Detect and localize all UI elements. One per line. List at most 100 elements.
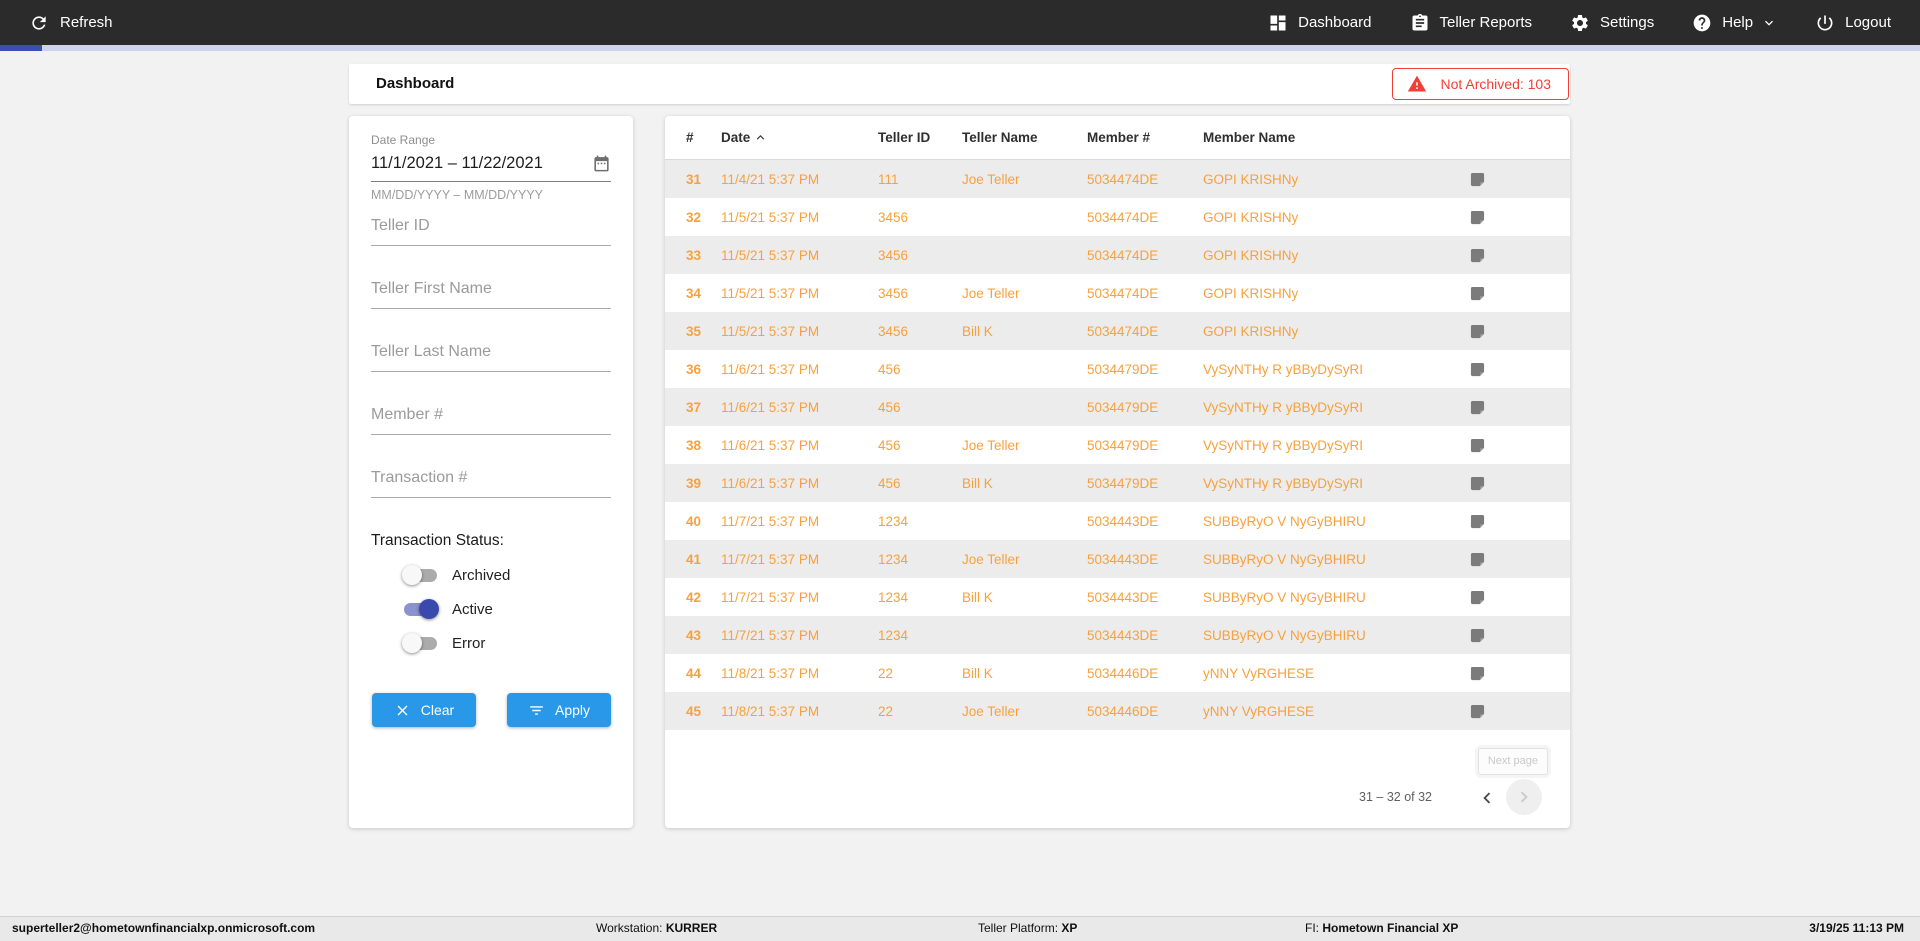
status-bar: superteller2@hometownfinancialxp.onmicro…: [0, 916, 1920, 941]
cell-member-name: GOPI KRISHNy: [1203, 323, 1299, 339]
note-icon[interactable]: [1470, 666, 1510, 681]
table-row[interactable]: 33 11/5/21 5:37 PM 3456 5034474DE GOPI K…: [665, 236, 1570, 274]
table-header-row: # Date Teller ID Teller Name Member # Me…: [665, 116, 1570, 160]
note-icon[interactable]: [1470, 286, 1510, 301]
toggle-knob: [402, 564, 422, 585]
apply-button-label: Apply: [554, 702, 591, 718]
date-range-label: Date Range: [371, 133, 436, 147]
note-icon[interactable]: [1470, 172, 1510, 187]
note-icon[interactable]: [1470, 628, 1510, 643]
cell-teller-name: Bill K: [962, 323, 993, 339]
logged-in-user: superteller2@hometownfinancialxp.onmicro…: [12, 921, 316, 935]
table-row[interactable]: 43 11/7/21 5:37 PM 1234 5034443DE SUBByR…: [665, 616, 1570, 654]
cell-row-number: 34: [686, 285, 702, 301]
table-row[interactable]: 36 11/6/21 5:37 PM 456 5034479DE VySyNTH…: [665, 350, 1570, 388]
progress-bar-fill: [0, 45, 42, 51]
cell-member-num: 5034443DE: [1087, 627, 1159, 643]
filter-field-teller-first-name[interactable]: Teller First Name: [371, 280, 611, 309]
next-page-button[interactable]: Next page: [1477, 748, 1548, 775]
toggle-active[interactable]: Active: [371, 592, 611, 626]
table-row[interactable]: 37 11/6/21 5:37 PM 456 5034479DE VySyNTH…: [665, 388, 1570, 426]
toggle-error[interactable]: Error: [371, 626, 611, 660]
note-icon[interactable]: [1470, 704, 1510, 719]
note-icon[interactable]: [1470, 552, 1510, 567]
cell-date: 11/6/21 5:37 PM: [721, 399, 820, 415]
date-range-value[interactable]: 11/1/2021 – 11/22/2021: [371, 154, 543, 173]
filter-field-teller-id[interactable]: Teller ID: [371, 217, 611, 246]
nav-label: Dashboard: [1298, 14, 1372, 31]
calendar-picker-button[interactable]: [592, 154, 611, 173]
date-range-input[interactable]: 11/1/2021 – 11/22/2021: [371, 154, 611, 182]
table-row[interactable]: 39 11/6/21 5:37 PM 456 Bill K 5034479DE …: [665, 464, 1570, 502]
note-icon[interactable]: [1470, 210, 1510, 225]
column-header-num: #: [686, 130, 694, 145]
nav-label: Teller Reports: [1439, 14, 1533, 31]
table-row[interactable]: 38 11/6/21 5:37 PM 456 Joe Teller 503447…: [665, 426, 1570, 464]
fi-value: Hometown Financial XP: [1322, 921, 1459, 935]
cell-date: 11/5/21 5:37 PM: [721, 285, 820, 301]
note-icon[interactable]: [1470, 438, 1510, 453]
note-icon[interactable]: [1470, 362, 1510, 377]
filter-field-placeholder: Teller Last Name: [371, 343, 492, 360]
cell-member-name: GOPI KRISHNy: [1203, 209, 1299, 225]
toggle-switch[interactable]: [402, 564, 439, 585]
filter-field-placeholder: Teller ID: [371, 217, 430, 234]
nav-item-teller-reports[interactable]: Teller Reports: [1410, 13, 1533, 33]
cell-member-num: 5034474DE: [1087, 323, 1159, 339]
cell-teller-name: Bill K: [962, 665, 993, 681]
toggle-switch[interactable]: [402, 598, 439, 619]
table-row[interactable]: 35 11/5/21 5:37 PM 3456 Bill K 5034474DE…: [665, 312, 1570, 350]
cell-member-num: 5034474DE: [1087, 285, 1159, 301]
refresh-button[interactable]: Refresh: [29, 13, 113, 33]
cell-member-name: yNNY VyRGHESE: [1203, 703, 1315, 719]
chevron-right-icon: [1520, 791, 1528, 803]
cell-teller-id: 456: [878, 399, 901, 415]
cell-row-number: 41: [686, 551, 702, 567]
filter-field-transaction[interactable]: Transaction #: [371, 469, 611, 498]
filter-field-member[interactable]: Member #: [371, 406, 611, 435]
cell-date: 11/6/21 5:37 PM: [721, 475, 820, 491]
nav-item-help[interactable]: Help: [1692, 13, 1777, 33]
table-row[interactable]: 32 11/5/21 5:37 PM 3456 5034474DE GOPI K…: [665, 198, 1570, 236]
filter-field-teller-last-name[interactable]: Teller Last Name: [371, 343, 611, 372]
cell-teller-id: 22: [878, 703, 894, 719]
table-row[interactable]: 31 11/4/21 5:37 PM 111 Joe Teller 503447…: [665, 160, 1570, 198]
cell-member-num: 5034479DE: [1087, 361, 1159, 377]
column-header-date[interactable]: Date: [721, 130, 878, 145]
table-row[interactable]: 45 11/8/21 5:37 PM 22 Joe Teller 5034446…: [665, 692, 1570, 730]
clear-button[interactable]: Clear: [372, 693, 476, 727]
cell-teller-id: 3456: [878, 209, 909, 225]
table-row[interactable]: 42 11/7/21 5:37 PM 1234 Bill K 5034443DE…: [665, 578, 1570, 616]
note-icon[interactable]: [1470, 476, 1510, 491]
nav-item-logout[interactable]: Logout: [1815, 13, 1891, 33]
nav-label: Help: [1722, 14, 1754, 31]
note-icon[interactable]: [1470, 514, 1510, 529]
table-row[interactable]: 44 11/8/21 5:37 PM 22 Bill K 5034446DE y…: [665, 654, 1570, 692]
table-row[interactable]: 41 11/7/21 5:37 PM 1234 Joe Teller 50344…: [665, 540, 1570, 578]
toggle-switch[interactable]: [402, 632, 439, 653]
teller-platform-info: Teller Platform: XP: [978, 917, 1077, 940]
toggle-archived[interactable]: Archived: [371, 558, 611, 592]
previous-page-chevron-icon[interactable]: [1476, 787, 1498, 809]
note-icon[interactable]: [1470, 324, 1510, 339]
cell-row-number: 36: [686, 361, 702, 377]
table-row[interactable]: 40 11/7/21 5:37 PM 1234 5034443DE SUBByR…: [665, 502, 1570, 540]
note-icon[interactable]: [1470, 590, 1510, 605]
page-title: Dashboard: [376, 75, 455, 92]
note-icon[interactable]: [1470, 248, 1510, 263]
next-page-chevron-button[interactable]: [1506, 779, 1542, 815]
note-icon[interactable]: [1470, 400, 1510, 415]
cell-member-name: VySyNTHy R yBByDySyRI: [1203, 399, 1364, 415]
cell-member-name: VySyNTHy R yBByDySyRI: [1203, 437, 1364, 453]
apply-button[interactable]: Apply: [507, 693, 611, 727]
toggle-label: Archived: [452, 566, 511, 584]
nav-item-dashboard[interactable]: Dashboard: [1268, 13, 1372, 33]
cell-row-number: 32: [686, 209, 702, 225]
cell-row-number: 38: [686, 437, 702, 453]
chevron-down-icon: [1765, 20, 1774, 26]
cell-member-num: 5034446DE: [1087, 703, 1159, 719]
refresh-icon: [32, 15, 46, 30]
cell-member-name: yNNY VyRGHESE: [1203, 665, 1315, 681]
nav-item-settings[interactable]: Settings: [1570, 13, 1654, 33]
table-row[interactable]: 34 11/5/21 5:37 PM 3456 Joe Teller 50344…: [665, 274, 1570, 312]
